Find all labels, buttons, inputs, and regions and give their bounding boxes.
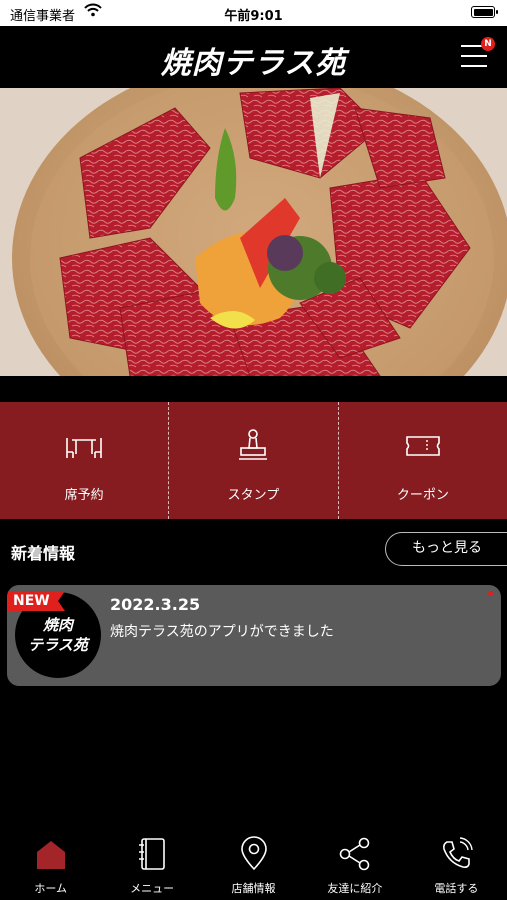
tab-refer-friend-label: 友達に紹介 xyxy=(327,882,383,895)
clock: 午前9:01 xyxy=(224,9,283,24)
news-headline: 焼肉テラス苑のアプリができました xyxy=(110,624,334,640)
map-pin-icon xyxy=(203,836,304,872)
hamburger-icon-bar xyxy=(461,55,487,57)
tab-menu-label: メニュー xyxy=(130,882,175,895)
news-section-header: 新着情報 もっと見る xyxy=(0,519,507,581)
new-badge: NEW xyxy=(7,591,65,611)
unread-dot xyxy=(488,591,493,596)
see-more-button[interactable]: もっと見る xyxy=(385,532,507,566)
tab-store-info[interactable]: 店舗情報 xyxy=(203,828,304,900)
phone-icon xyxy=(406,836,507,872)
logo-line-1: 焼肉 xyxy=(42,616,73,634)
stamp-label: スタンプ xyxy=(227,488,280,503)
logo-line-2: テラス苑 xyxy=(28,636,88,654)
status-bar: 通信事業者 午前9:01 xyxy=(0,0,507,26)
reservation-button[interactable]: 席予約 xyxy=(0,402,168,519)
tab-home-label: ホーム xyxy=(34,882,68,895)
coupon-label: クーポン xyxy=(396,488,449,503)
coupon-ticket-icon xyxy=(339,426,507,466)
bottom-tab-bar: ホーム メニュー 店舗情報 友達に紹介 電話する xyxy=(0,828,507,900)
table-chairs-icon xyxy=(0,426,168,466)
tab-home[interactable]: ホーム xyxy=(0,828,101,900)
spacer xyxy=(0,376,507,402)
stamp-icon xyxy=(169,426,337,466)
tab-call-label: 電話する xyxy=(434,882,479,895)
home-icon xyxy=(0,836,101,872)
share-icon xyxy=(304,836,405,872)
feature-bar: 席予約 スタンプ クーポン xyxy=(0,402,507,519)
stamp-button[interactable]: スタンプ xyxy=(168,402,337,519)
hero-image xyxy=(0,88,507,376)
brand-logo: 焼肉テラス苑 xyxy=(160,46,347,81)
reservation-label: 席予約 xyxy=(64,488,104,503)
news-card[interactable]: 焼肉テラス苑 NEW 2022.3.25 焼肉テラス苑のアプリができました xyxy=(7,585,501,686)
notification-badge: N xyxy=(481,37,495,51)
news-section-title: 新着情報 xyxy=(11,544,76,563)
menu-book-icon xyxy=(101,836,202,872)
tab-refer-friend[interactable]: 友達に紹介 xyxy=(304,828,405,900)
tab-store-info-label: 店舗情報 xyxy=(231,882,276,895)
hamburger-menu-button[interactable]: N xyxy=(461,37,495,69)
news-date: 2022.3.25 xyxy=(110,595,201,614)
tab-call[interactable]: 電話する xyxy=(406,828,507,900)
battery-icon xyxy=(471,6,498,18)
hamburger-icon-bar xyxy=(461,65,487,67)
tab-menu[interactable]: メニュー xyxy=(101,828,202,900)
coupon-button[interactable]: クーポン xyxy=(337,402,507,519)
app-header: 焼肉テラス苑 N xyxy=(0,26,507,88)
